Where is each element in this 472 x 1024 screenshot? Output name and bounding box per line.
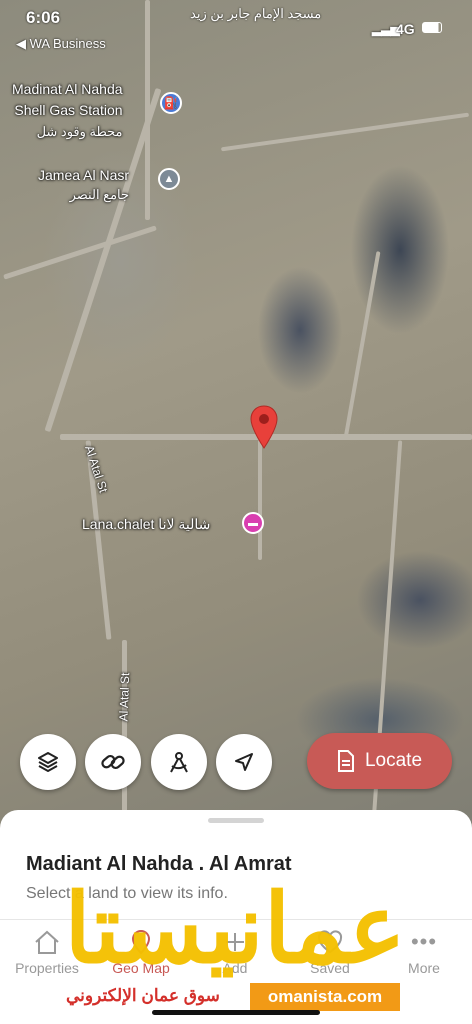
poi-shell-line2: Shell Gas Station bbox=[14, 102, 123, 118]
street-label-al-atal: Al Atal St bbox=[82, 443, 111, 495]
battery-icon bbox=[422, 22, 442, 33]
locate-button[interactable]: Locate bbox=[307, 733, 452, 789]
layers-button[interactable] bbox=[20, 734, 76, 790]
street-label-al-atal-2: Al Atal St bbox=[116, 672, 133, 722]
document-icon bbox=[337, 750, 354, 772]
network-label: 4G bbox=[396, 21, 415, 37]
location-pin-icon[interactable] bbox=[248, 404, 280, 452]
compass-measure-icon bbox=[170, 752, 188, 773]
poi-shell-name: Madinat Al Nahda bbox=[12, 81, 123, 97]
poi-lana-chalet[interactable]: Lana.chalet شالية لانا bbox=[82, 516, 210, 533]
gas-station-icon[interactable]: ⛽ bbox=[160, 92, 182, 114]
home-icon bbox=[35, 930, 59, 954]
navigation-arrow-icon bbox=[235, 753, 253, 771]
watermark-url: omanista.com bbox=[250, 983, 400, 1011]
poi-shell-gas-station[interactable]: Madinat Al Nahda Shell Gas Station محطة … bbox=[12, 79, 123, 142]
area-title: Madiant Al Nahda . Al Amrat bbox=[26, 853, 292, 875]
mosque-icon[interactable]: ▲ bbox=[158, 168, 180, 190]
tab-more-label: More bbox=[408, 960, 440, 976]
hotel-icon[interactable]: ▬ bbox=[242, 512, 264, 534]
poi-mosque-name: Jamea Al Nasr bbox=[38, 167, 130, 183]
back-to-app-link[interactable]: ◀ WA Business bbox=[16, 36, 106, 52]
link-icon bbox=[101, 754, 125, 770]
poi-mosque-arabic: جامع النصر bbox=[69, 187, 130, 202]
sheet-drag-handle[interactable] bbox=[208, 818, 264, 823]
layers-icon bbox=[38, 752, 58, 772]
my-location-button[interactable] bbox=[216, 734, 272, 790]
home-indicator bbox=[152, 1010, 320, 1015]
poi-jamea-al-nasr[interactable]: Jamea Al Nasr جامع النصر bbox=[38, 165, 129, 205]
map-top-label: مسجد الإمام جابر بن زيد bbox=[190, 6, 322, 21]
measure-button[interactable] bbox=[151, 734, 207, 790]
watermark-arabic-text: سوق عمان الإلكتروني bbox=[66, 986, 220, 1005]
locate-label: Locate bbox=[364, 750, 423, 771]
satellite-map[interactable]: 6:06 ◀ WA Business مسجد الإمام جابر بن ز… bbox=[0, 0, 472, 830]
watermark-logo: عمانيستا bbox=[64, 876, 410, 983]
poi-shell-arabic: محطة وقود شل bbox=[36, 124, 123, 139]
share-link-button[interactable] bbox=[85, 734, 141, 790]
more-icon: ••• bbox=[410, 929, 438, 954]
status-bar: 6:06 ◀ WA Business مسجد الإمام جابر بن ز… bbox=[0, 6, 472, 51]
status-time: 6:06 bbox=[26, 8, 61, 27]
